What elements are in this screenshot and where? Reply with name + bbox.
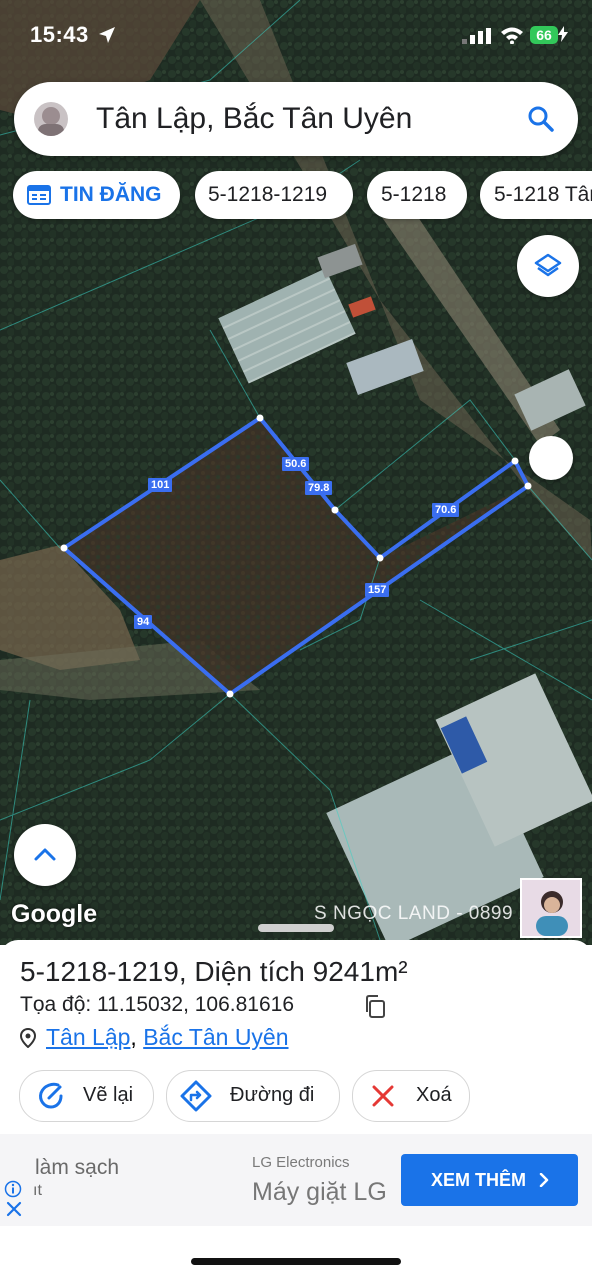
area-label: , Diện tích [178, 956, 313, 987]
directions-label: Đường đi [230, 1084, 315, 1106]
ad-text-2: ıt [33, 1182, 42, 1199]
charging-icon [558, 26, 568, 42]
location-arrow-icon [99, 27, 115, 43]
location-pin-icon [19, 1027, 37, 1049]
redraw-button[interactable]: Vẽ lại [19, 1070, 154, 1122]
chip-label: 5-1218 Tân [494, 183, 592, 206]
copy-icon[interactable] [364, 995, 386, 1019]
address-separator: , [130, 1024, 144, 1050]
search-bar[interactable]: Tân Lập, Bắc Tân Uyên [14, 82, 578, 156]
avatar[interactable] [34, 102, 68, 136]
sheet-drag-handle[interactable] [258, 924, 334, 932]
layers-icon [534, 253, 562, 277]
ad-cta-label: XEM THÊM [431, 1170, 527, 1190]
home-indicator[interactable] [191, 1258, 401, 1265]
status-time: 15:43 [30, 22, 89, 47]
chip-label: 5-1218-1219 [208, 183, 328, 206]
parcel-title: 5-1218-1219, Diện tích 9241m² [20, 956, 408, 988]
map-view[interactable]: 101 50.6 79.8 70.6 157 94 15:43 66 Tân L… [0, 0, 592, 945]
ad-banner[interactable]: làm sạch ıt LG Electronics Máy giặt LG X… [0, 1134, 592, 1226]
directions-button[interactable]: Đường đi [166, 1070, 340, 1122]
listing-icon [27, 185, 51, 205]
edge-label: 70.6 [432, 503, 460, 517]
chip-listings[interactable]: TIN ĐĂNG [13, 171, 180, 219]
ad-text: làm sạch [35, 1156, 120, 1179]
wifi-icon [501, 27, 523, 44]
edge-label: 94 [134, 615, 153, 629]
ad-product: Máy giặt LG [252, 1178, 387, 1206]
delete-icon [372, 1085, 394, 1107]
filter-chips: TIN ĐĂNG 5-1218-1219 5-1218 5-1218 Tân [13, 171, 592, 221]
district-link[interactable]: Bắc Tân Uyên [143, 1024, 288, 1050]
chevron-right-icon [539, 1173, 549, 1187]
edge-label: 101 [148, 478, 173, 492]
chevron-up-icon [34, 848, 56, 861]
expand-up-button[interactable] [14, 824, 76, 886]
parcel-id: 5-1218-1219 [20, 956, 179, 987]
redraw-icon [39, 1082, 63, 1109]
compass-button[interactable] [529, 436, 573, 480]
google-attribution: Google [11, 900, 98, 928]
ad-brand: LG Electronics [252, 1154, 350, 1171]
layers-button[interactable] [517, 235, 579, 297]
chip-parcel[interactable]: 5-1218-1219 [195, 171, 353, 219]
delete-button[interactable]: Xoá [352, 1070, 470, 1122]
ad-cta-button[interactable]: XEM THÊM [401, 1154, 578, 1206]
status-bar: 15:43 66 [0, 0, 592, 70]
battery-level: 66 [530, 26, 558, 44]
chip-label: TIN ĐĂNG [60, 183, 162, 206]
search-icon[interactable] [526, 104, 556, 134]
chip-parcel[interactable]: 5-1218 [367, 171, 467, 219]
edge-label: 79.8 [305, 481, 333, 495]
search-query[interactable]: Tân Lập, Bắc Tân Uyên [96, 102, 412, 136]
edge-label: 50.6 [282, 457, 310, 471]
commune-link[interactable]: Tân Lập [46, 1024, 130, 1050]
chip-label: 5-1218 [381, 183, 447, 206]
address: Tân Lập, Bắc Tân Uyên [19, 1024, 289, 1051]
chip-parcel[interactable]: 5-1218 Tân [480, 171, 592, 219]
edge-label: 157 [365, 583, 390, 597]
area-value: 9241m² [312, 956, 408, 987]
directions-icon [180, 1080, 212, 1112]
delete-label: Xoá [416, 1084, 452, 1106]
agent-photo-thumbnail[interactable] [520, 878, 582, 938]
redraw-label: Vẽ lại [83, 1084, 134, 1106]
ad-info-icon[interactable] [4, 1180, 22, 1198]
ad-close-icon[interactable] [6, 1201, 22, 1217]
coordinates: Tọa độ: 11.15032, 106.81616 [20, 993, 295, 1016]
signal-icon [462, 28, 491, 44]
